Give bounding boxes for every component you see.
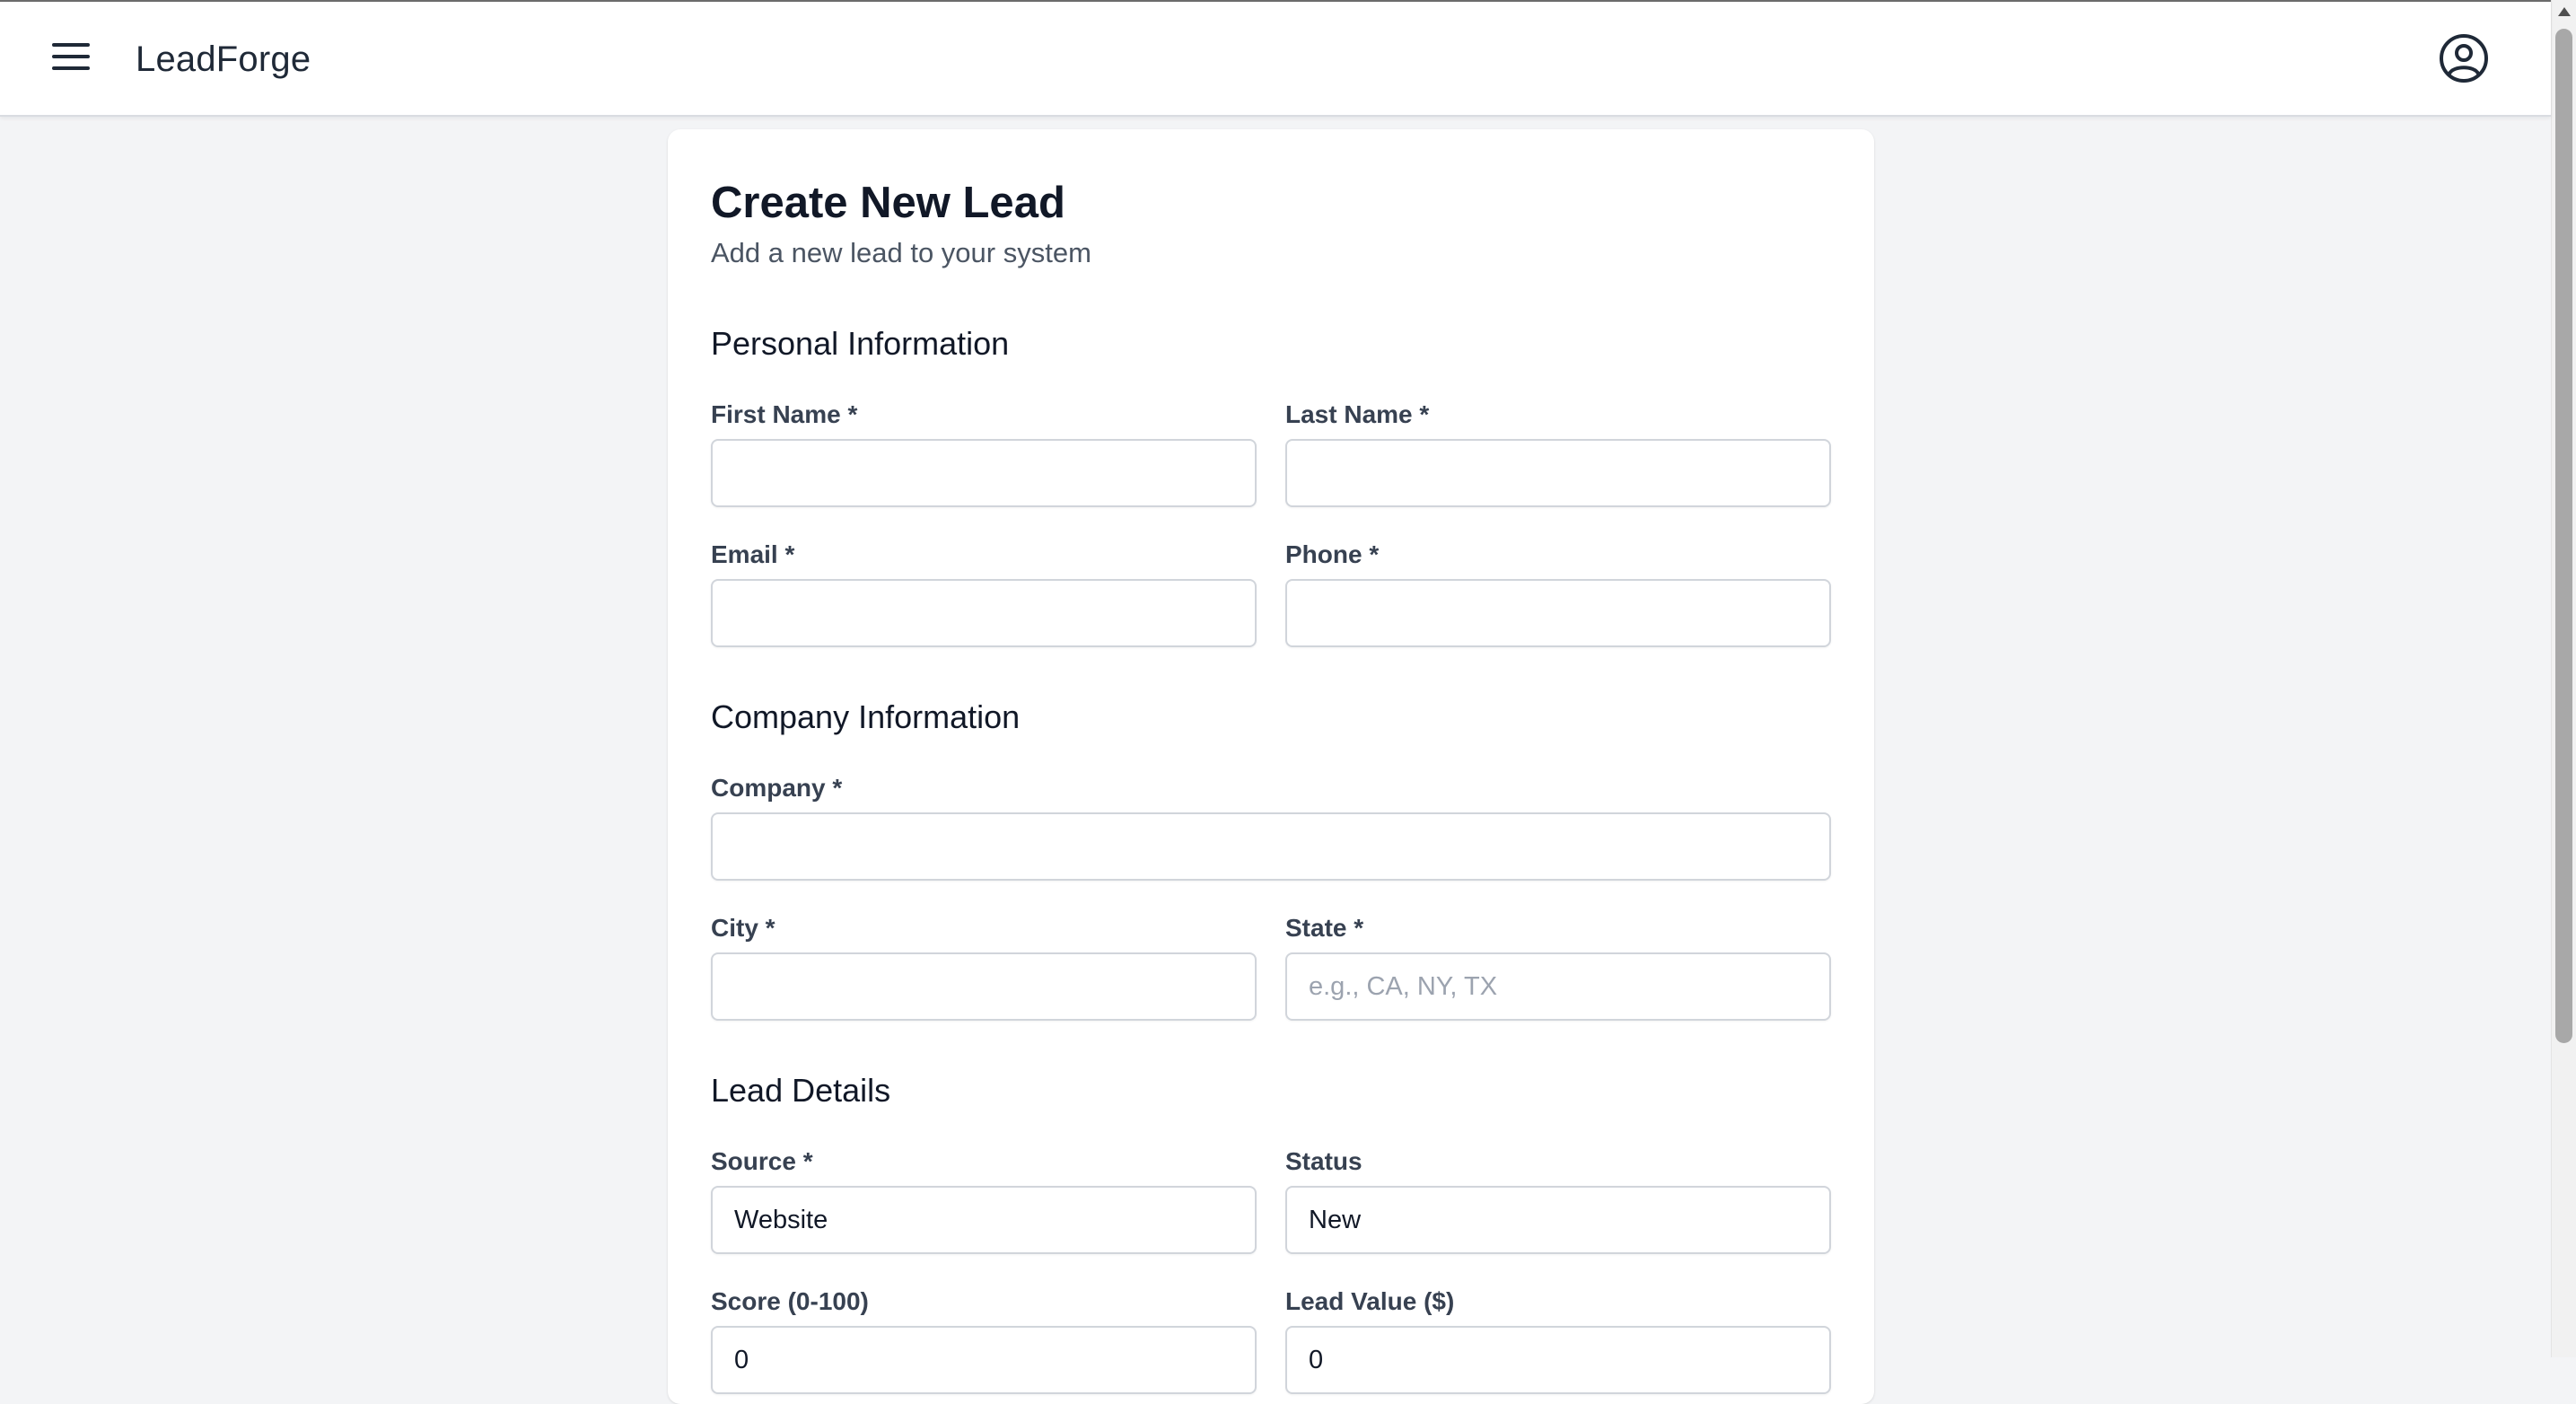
app-title: LeadForge [136, 39, 311, 79]
lead-value-input[interactable] [1285, 1326, 1831, 1394]
phone-label: Phone * [1285, 540, 1380, 568]
email-input[interactable] [711, 579, 1257, 647]
city-label: City * [711, 914, 775, 942]
status-select[interactable] [1285, 1186, 1831, 1254]
app-bar: LeadForge [0, 0, 2551, 117]
phone-input[interactable] [1285, 579, 1831, 647]
vertical-scrollbar[interactable] [2551, 0, 2576, 1357]
last-name-input[interactable] [1285, 439, 1831, 507]
company-input[interactable] [711, 812, 1831, 881]
hamburger-menu-icon [52, 42, 90, 75]
source-label: Source * [711, 1147, 813, 1175]
account-button[interactable] [2436, 32, 2492, 88]
city-input[interactable] [711, 952, 1257, 1021]
last-name-label: Last Name * [1285, 400, 1430, 428]
status-label: Status [1285, 1147, 1362, 1175]
score-input[interactable] [711, 1326, 1257, 1394]
scrollbar-thumb[interactable] [2555, 29, 2572, 1043]
first-name-label: First Name * [711, 400, 858, 428]
score-label: Score (0-100) [711, 1287, 869, 1315]
user-circle-icon [2439, 33, 2489, 88]
menu-button[interactable] [43, 31, 99, 86]
company-label: Company * [711, 774, 843, 802]
page-subtitle: Add a new lead to your system [711, 237, 1091, 268]
state-label: State * [1285, 914, 1364, 942]
lead-value-label: Lead Value ($) [1285, 1287, 1455, 1315]
page-title: Create New Lead [711, 179, 1065, 227]
source-select[interactable] [711, 1186, 1257, 1254]
first-name-input[interactable] [711, 439, 1257, 507]
section-title-lead-details: Lead Details [711, 1072, 891, 1109]
section-title-personal: Personal Information [711, 325, 1010, 362]
email-label: Email * [711, 540, 795, 568]
scroll-up-arrow-icon[interactable] [2558, 7, 2571, 16]
section-title-company: Company Information [711, 698, 1021, 735]
state-input[interactable] [1285, 952, 1831, 1021]
